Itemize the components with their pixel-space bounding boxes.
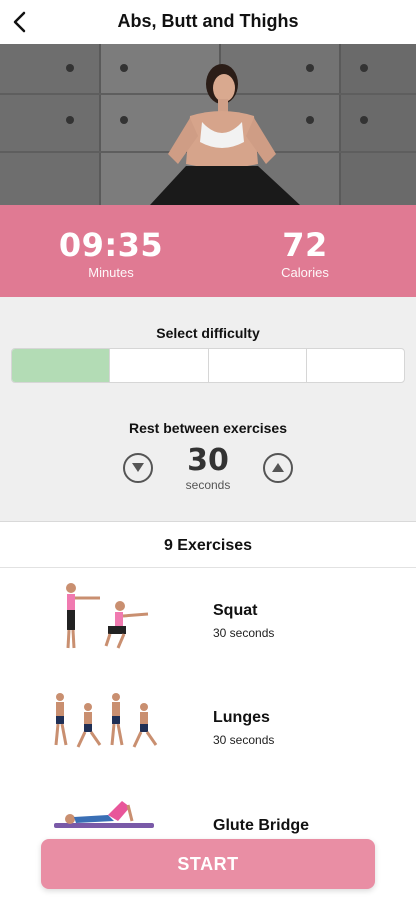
rest-label: Rest between exercises bbox=[129, 420, 287, 436]
exercise-name: Glute Bridge bbox=[213, 817, 310, 834]
rest-unit: seconds bbox=[185, 478, 231, 492]
calories-value: 72 bbox=[282, 226, 328, 264]
duration-label: Minutes bbox=[88, 265, 134, 280]
duration-value: 09:35 bbox=[58, 226, 164, 264]
duration-stat: 09:35 Minutes bbox=[46, 227, 176, 280]
start-button[interactable]: START bbox=[41, 839, 375, 889]
difficulty-level-3[interactable] bbox=[209, 349, 307, 382]
rest-increase-button[interactable] bbox=[263, 453, 293, 483]
lunges-thumbnail bbox=[54, 693, 158, 748]
triangle-down-icon bbox=[132, 463, 144, 472]
stats-panel: 09:35 Minutes 72 Calories bbox=[0, 205, 416, 297]
difficulty-level-4[interactable] bbox=[307, 349, 404, 382]
list-item-squat[interactable]: Squat 30 seconds bbox=[0, 580, 416, 686]
difficulty-level-2[interactable] bbox=[110, 349, 209, 382]
calories-stat: 72 Calories bbox=[240, 227, 370, 280]
rest-value: 30 bbox=[187, 443, 229, 478]
squat-thumbnail bbox=[66, 583, 149, 649]
difficulty-selector[interactable] bbox=[11, 348, 405, 383]
hero-image bbox=[0, 44, 416, 205]
top-bar: Abs, Butt and Thighs bbox=[0, 0, 416, 44]
triangle-up-icon bbox=[272, 463, 284, 472]
page-title: Abs, Butt and Thighs bbox=[117, 11, 299, 31]
exercise-name: Lunges bbox=[213, 709, 270, 726]
settings-panel: Select difficulty Rest between exercises… bbox=[0, 297, 416, 522]
exercise-name: Squat bbox=[213, 602, 258, 619]
difficulty-label: Select difficulty bbox=[156, 325, 260, 341]
list-item-lunges[interactable]: Lunges 30 seconds bbox=[0, 687, 416, 793]
exercise-duration: 30 seconds bbox=[213, 733, 275, 747]
exercises-header: 9 Exercises bbox=[0, 523, 416, 568]
exercise-duration: 30 seconds bbox=[213, 626, 275, 640]
difficulty-level-1[interactable] bbox=[12, 349, 111, 382]
rest-decrease-button[interactable] bbox=[123, 453, 153, 483]
calories-label: Calories bbox=[281, 265, 329, 280]
